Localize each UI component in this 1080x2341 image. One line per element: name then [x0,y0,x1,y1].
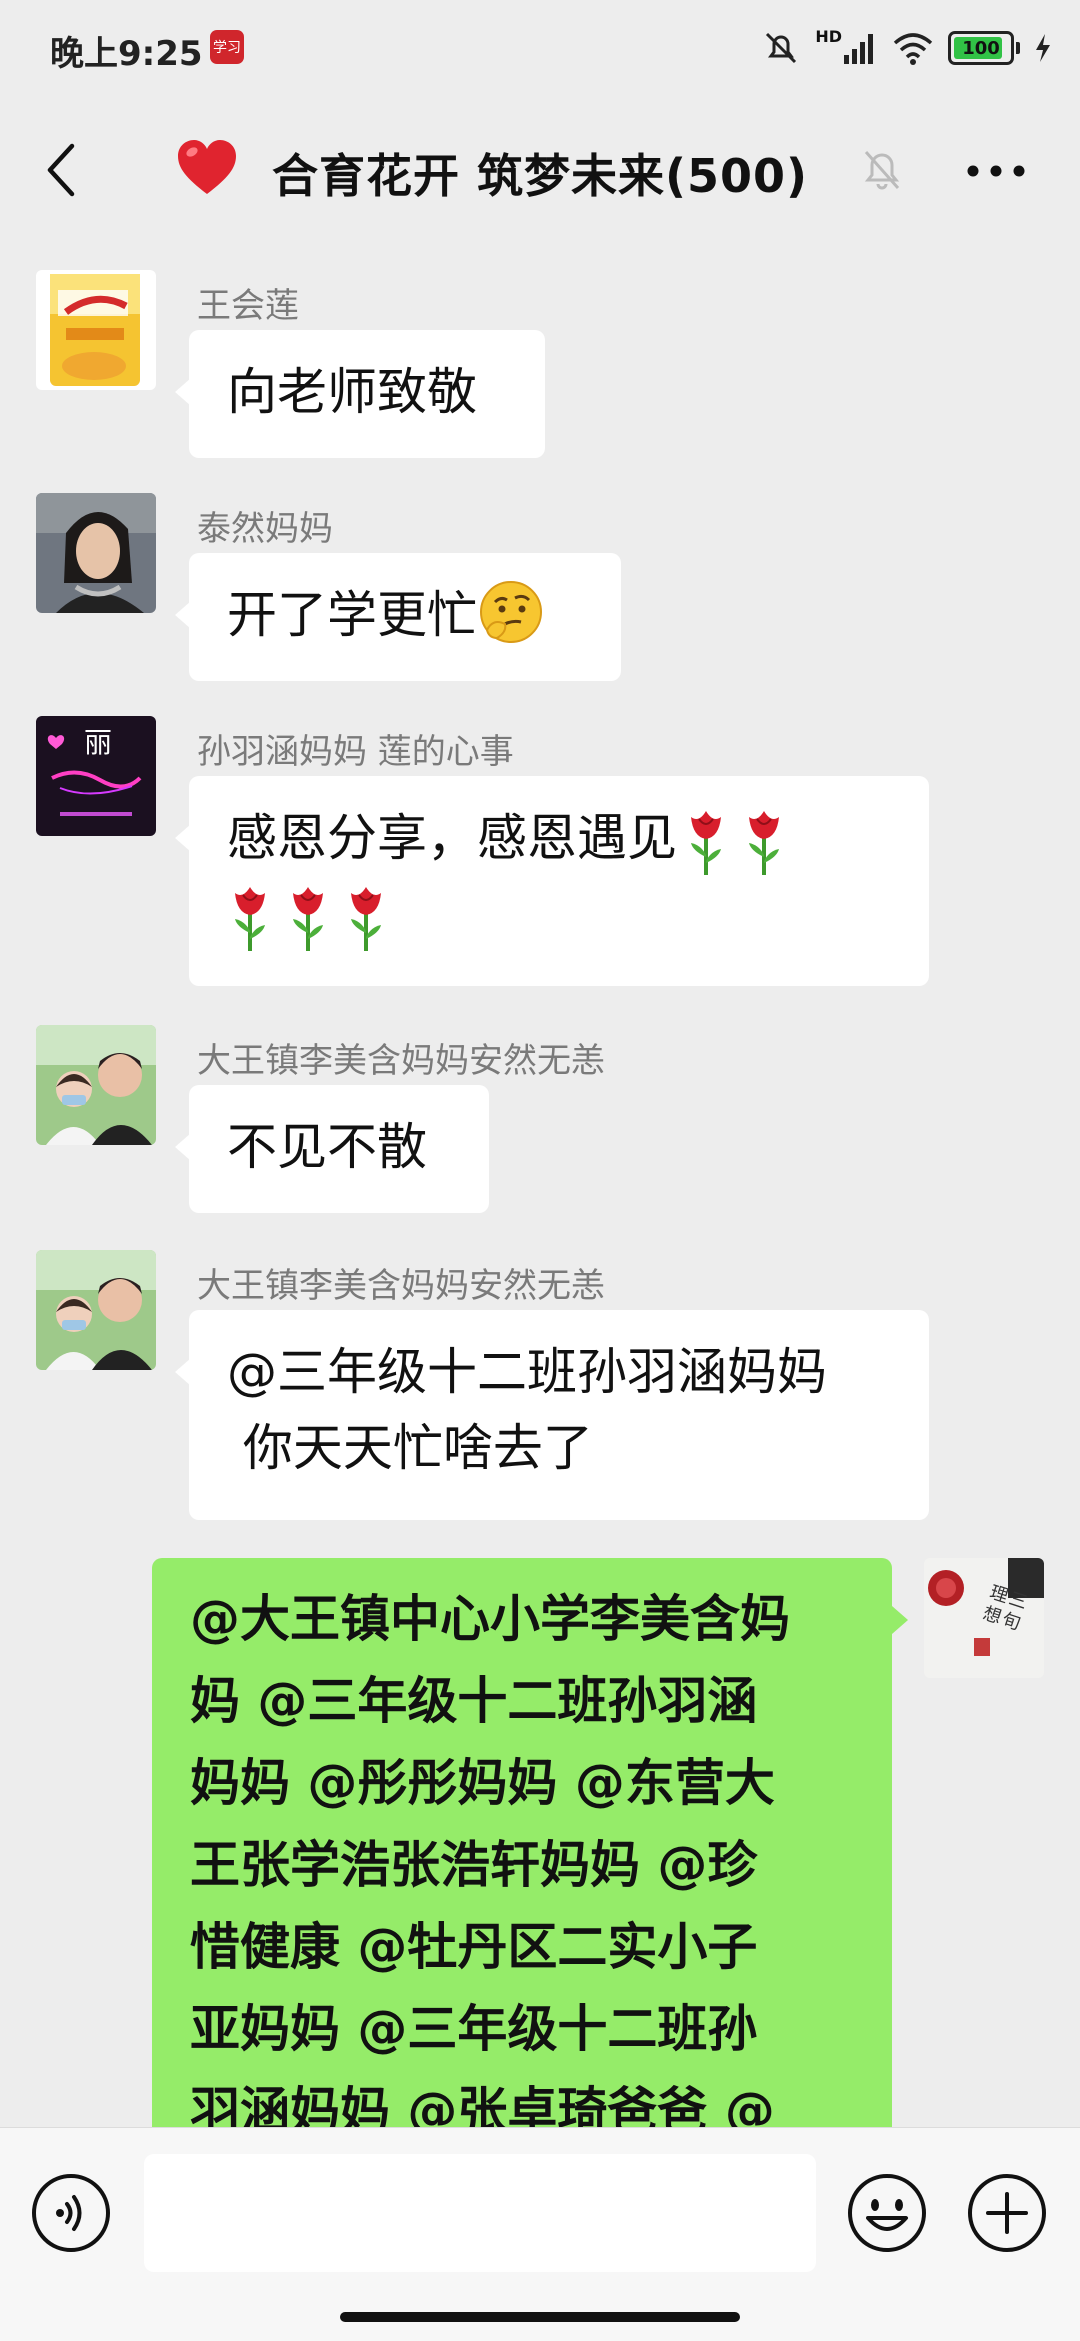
message-item: 泰然妈妈 开了学更忙 [0,493,1080,683]
input-bar [0,2127,1080,2341]
signal-icon [844,34,873,64]
home-indicator[interactable] [340,2312,740,2322]
rose-emoji-row-1 [677,809,793,875]
app-notification-icon: 学习 [210,30,244,64]
rose-emoji [351,887,381,951]
mother-child-avatar[interactable] [36,1025,156,1145]
battery-icon: 100 [948,31,1014,65]
plus-icon[interactable] [966,2172,1048,2254]
thinking-face-emoji [480,581,542,643]
my-message-line: 王张学浩张浩轩妈妈 @珍 [190,1836,758,1894]
network-type-label: HD [815,26,842,46]
my-message-line: 羽涵妈妈 @张卓琦爸爸 @ [190,2082,775,2127]
my-message-line: 妈妈 @彤彤妈妈 @东营大 [190,1754,775,1812]
back-icon[interactable] [40,140,80,200]
rose-emoji [293,887,323,951]
chat-header: 合育花开 筑梦未来(500) [0,100,1080,240]
battery-level: 100 [962,37,1000,59]
chat-title: 合育花开 筑梦未来(500) [272,149,809,203]
more-icon[interactable] [966,164,1026,178]
message-item: 大王镇李美含妈妈安然无恙 不见不散 [0,1025,1080,1215]
neon-sign-avatar[interactable]: 丽 [36,716,156,836]
mute-icon [864,151,900,190]
status-icons: HD 100 [761,26,1052,68]
message-text-line: 你天天忙啥去了 [227,1419,593,1477]
status-bar: 晚上9:25 学习 HD 100 [0,0,1080,100]
product-package-avatar[interactable] [36,270,156,390]
calligraphy-avatar[interactable]: 理想三旬 [924,1558,1044,1678]
my-message-text: @大王镇中心小学李美含妈妈 @三年级十二班孙羽涵 妈妈 @彤彤妈妈 @东营大 王张学… [190,1578,854,2127]
woman-portrait-avatar[interactable] [36,493,156,613]
heart-icon [178,140,236,194]
charging-icon [1036,34,1050,62]
avatar-neon-text: 丽 [84,726,112,759]
message-text: 感恩分享，感恩遇见 [227,809,677,867]
message-bubble[interactable]: 向老师致敬 [175,330,545,458]
wifi-icon [893,33,933,65]
message-bubble[interactable]: 不见不散 [175,1085,489,1213]
mother-child-avatar[interactable] [36,1250,156,1370]
sender-name: 大王镇李美含妈妈安然无恙 [197,1266,605,1306]
rose-emoji [235,887,265,951]
message-bubble[interactable]: 感恩分享，感恩遇见 [175,776,929,986]
rose-emoji [749,810,779,875]
message-text: 不见不散 [227,1118,427,1176]
sender-name: 王会莲 [197,286,299,326]
status-time: 晚上9:25 [50,34,203,74]
message-text: 开了学更忙 [227,586,477,644]
my-message-line: 亚妈妈 @三年级十二班孙 [190,2000,758,2058]
mute-bell-icon [766,32,797,64]
message-item: 大王镇李美含妈妈安然无恙 @三年级十二班孙羽涵妈妈 你天天忙啥去了 [0,1250,1080,1520]
rose-emoji-row-2 [221,886,395,951]
message-item: 王会莲 向老师致敬 [0,270,1080,460]
rose-emoji [691,810,721,875]
my-message-bubble[interactable]: @大王镇中心小学李美含妈妈 @三年级十二班孙羽涵 妈妈 @彤彤妈妈 @东营大 王张学… [152,1558,908,2127]
message-input[interactable] [144,2154,816,2272]
message-bubble[interactable]: 开了学更忙 [175,553,621,681]
my-message-line: 妈 @三年级十二班孙羽涵 [190,1672,758,1730]
my-message-line: 惜健康 @牡丹区二实小子 [190,1918,758,1976]
my-message-item: @大王镇中心小学李美含妈妈 @三年级十二班孙羽涵 妈妈 @彤彤妈妈 @东营大 王张学… [0,1558,1080,2127]
battery-tip [1016,42,1020,54]
message-item: 丽 孙羽涵妈妈 莲的心事 感恩分享，感恩遇见 [0,716,1080,986]
my-message-line: @大王镇中心小学李美含妈 [190,1590,790,1648]
sender-name: 孙羽涵妈妈 莲的心事 [197,732,514,772]
message-list[interactable]: 王会莲 向老师致敬 泰然妈妈 开了学更忙 丽 孙羽涵妈妈 莲的心事 感恩分享，感… [0,240,1080,2127]
sender-name: 大王镇李美含妈妈安然无恙 [197,1041,605,1081]
emoji-icon[interactable] [846,2172,928,2254]
message-text-line: @三年级十二班孙羽涵妈妈 [227,1343,827,1401]
message-bubble[interactable]: @三年级十二班孙羽涵妈妈 你天天忙啥去了 [175,1310,929,1520]
message-text: 向老师致敬 [227,363,477,421]
sender-name: 泰然妈妈 [197,509,333,549]
voice-icon[interactable] [30,2172,112,2254]
